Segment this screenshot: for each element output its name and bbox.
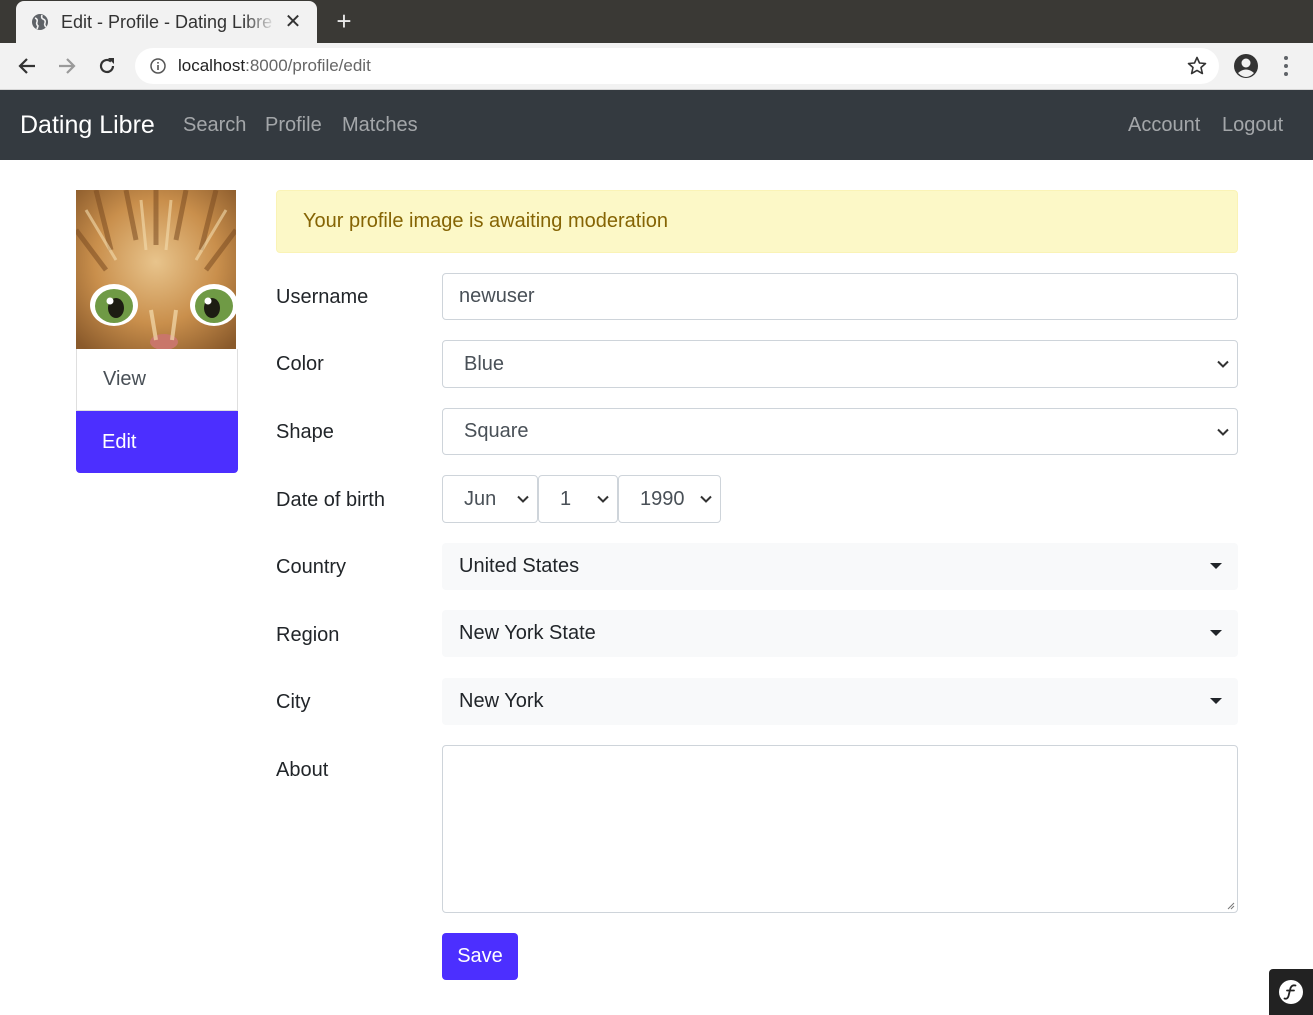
url-path: :8000/profile/edit [245, 56, 371, 75]
dob-month-select[interactable]: Jun [442, 475, 538, 523]
sidebar-item-edit[interactable]: Edit [76, 411, 238, 473]
nav-link-logout[interactable]: Logout [1222, 113, 1283, 137]
symfony-toolbar-toggle[interactable] [1269, 969, 1313, 1015]
brand-link[interactable]: Dating Libre [20, 110, 155, 140]
close-tab-icon[interactable]: ✕ [283, 12, 303, 32]
moderation-alert: Your profile image is awaiting moderatio… [276, 190, 1238, 253]
shape-select[interactable]: Square [442, 408, 1238, 455]
symfony-logo-icon [1279, 980, 1303, 1004]
browser-toolbar: localhost:8000/profile/edit [0, 43, 1313, 90]
city-label: City [276, 691, 311, 713]
address-bar[interactable]: localhost:8000/profile/edit [135, 48, 1219, 84]
username-label: Username [276, 286, 369, 308]
caret-down-icon [1210, 563, 1222, 569]
city-dropdown[interactable]: New York [442, 678, 1238, 725]
back-arrow-icon[interactable] [14, 53, 40, 79]
caret-down-icon [1210, 630, 1222, 636]
dob-day-select[interactable]: 1 [538, 475, 618, 523]
new-tab-icon[interactable]: + [332, 8, 356, 34]
browser-tab-strip: Edit - Profile - Dating Libre ✕ + [0, 0, 1313, 43]
region-label: Region [276, 624, 340, 646]
chevron-down-icon [1217, 428, 1229, 436]
username-input[interactable]: newuser [442, 273, 1238, 320]
color-label: Color [276, 353, 324, 375]
dob-year-select[interactable]: 1990 [618, 475, 721, 523]
color-select[interactable]: Blue [442, 340, 1238, 388]
info-icon[interactable] [149, 57, 167, 75]
chevron-down-icon [517, 495, 529, 503]
nav-link-matches[interactable]: Matches [342, 113, 418, 137]
browser-tab-title: Edit - Profile - Dating Libre [61, 11, 273, 32]
region-dropdown-value: New York State [459, 622, 596, 644]
chevron-down-icon [1217, 360, 1229, 368]
chevron-down-icon [700, 495, 712, 503]
country-dropdown[interactable]: United States [442, 543, 1238, 590]
url-host: localhost [178, 56, 246, 75]
nav-link-search[interactable]: Search [183, 113, 246, 137]
save-button[interactable]: Save [442, 933, 518, 980]
sidebar-item-view[interactable]: View [76, 349, 238, 411]
city-dropdown-value: New York [459, 690, 544, 712]
dob-label: Date of birth [276, 489, 385, 511]
color-select-value: Blue [464, 353, 505, 375]
site-navbar: Dating Libre Search Profile Matches Acco… [0, 90, 1313, 160]
nav-link-account[interactable]: Account [1128, 113, 1200, 137]
forward-arrow-icon[interactable] [54, 53, 80, 79]
country-label: Country [276, 556, 347, 578]
dob-month-value: Jun [464, 488, 497, 510]
sidebar-item-label: View [103, 368, 146, 390]
about-label: About [276, 759, 329, 781]
bookmark-star-icon[interactable] [1187, 56, 1207, 76]
browser-tab[interactable]: Edit - Profile - Dating Libre ✕ [16, 1, 317, 43]
shape-label: Shape [276, 421, 334, 443]
caret-down-icon [1210, 698, 1222, 704]
resize-handle-icon[interactable] [1225, 900, 1235, 910]
about-textarea[interactable] [442, 745, 1238, 913]
country-dropdown-value: United States [459, 555, 580, 577]
chevron-down-icon [597, 495, 609, 503]
shape-select-value: Square [464, 420, 529, 442]
kebab-menu-icon[interactable] [1276, 53, 1296, 79]
url-text: localhost:8000/profile/edit [178, 56, 371, 76]
profile-image [76, 190, 236, 350]
reload-icon[interactable] [94, 53, 120, 79]
dob-day-value: 1 [560, 488, 572, 510]
account-icon[interactable] [1233, 53, 1259, 79]
region-dropdown[interactable]: New York State [442, 610, 1238, 657]
nav-link-profile[interactable]: Profile [265, 113, 322, 137]
dob-year-value: 1990 [640, 488, 685, 510]
sidebar-item-label: Edit [102, 431, 137, 453]
globe-icon [30, 12, 50, 32]
